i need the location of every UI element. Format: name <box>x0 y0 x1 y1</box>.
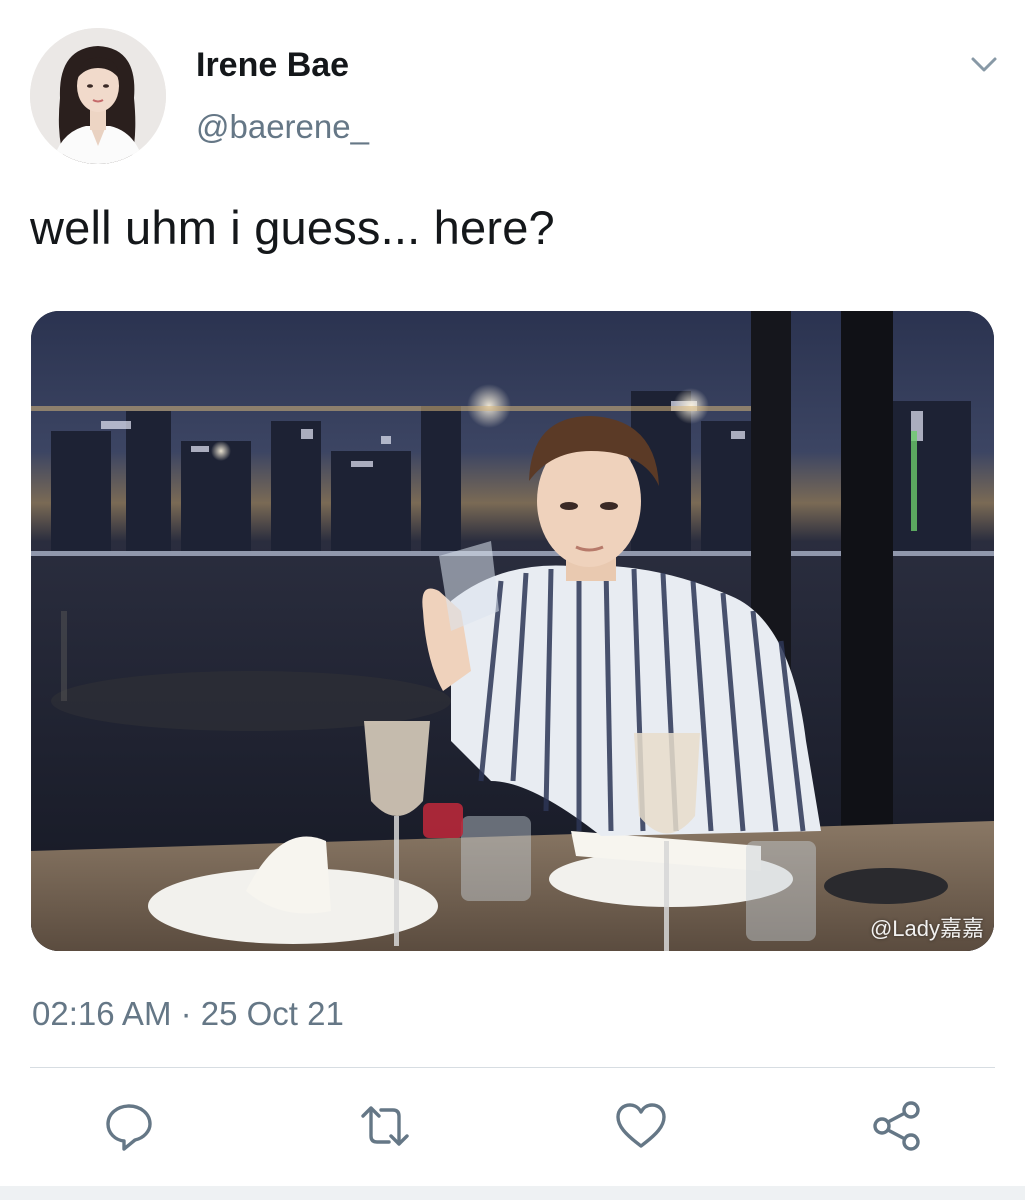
retweet-button[interactable] <box>357 1098 413 1154</box>
like-button[interactable] <box>613 1098 669 1154</box>
tweet-timestamp[interactable]: 02:16 AM · 25 Oct 21 <box>32 995 344 1033</box>
avatar-image <box>30 28 166 164</box>
divider <box>30 1067 995 1068</box>
heart-icon <box>616 1103 666 1148</box>
retweet-icon <box>361 1106 409 1146</box>
chevron-down-icon[interactable] <box>966 50 1002 80</box>
share-icon <box>873 1101 920 1151</box>
bottom-edge <box>0 1186 1025 1200</box>
reply-button[interactable] <box>101 1098 157 1154</box>
tweet-photo[interactable]: @Lady嘉嘉 <box>31 311 994 951</box>
share-button[interactable] <box>869 1098 925 1154</box>
avatar[interactable] <box>30 28 166 164</box>
reply-icon <box>106 1104 152 1151</box>
author-handle[interactable]: @baerene_ <box>196 108 369 146</box>
tweet-text: well uhm i guess... here? <box>30 201 555 254</box>
photo-watermark: @Lady嘉嘉 <box>869 916 984 941</box>
author-name[interactable]: Irene Bae <box>196 46 349 85</box>
photo-image <box>31 311 994 951</box>
